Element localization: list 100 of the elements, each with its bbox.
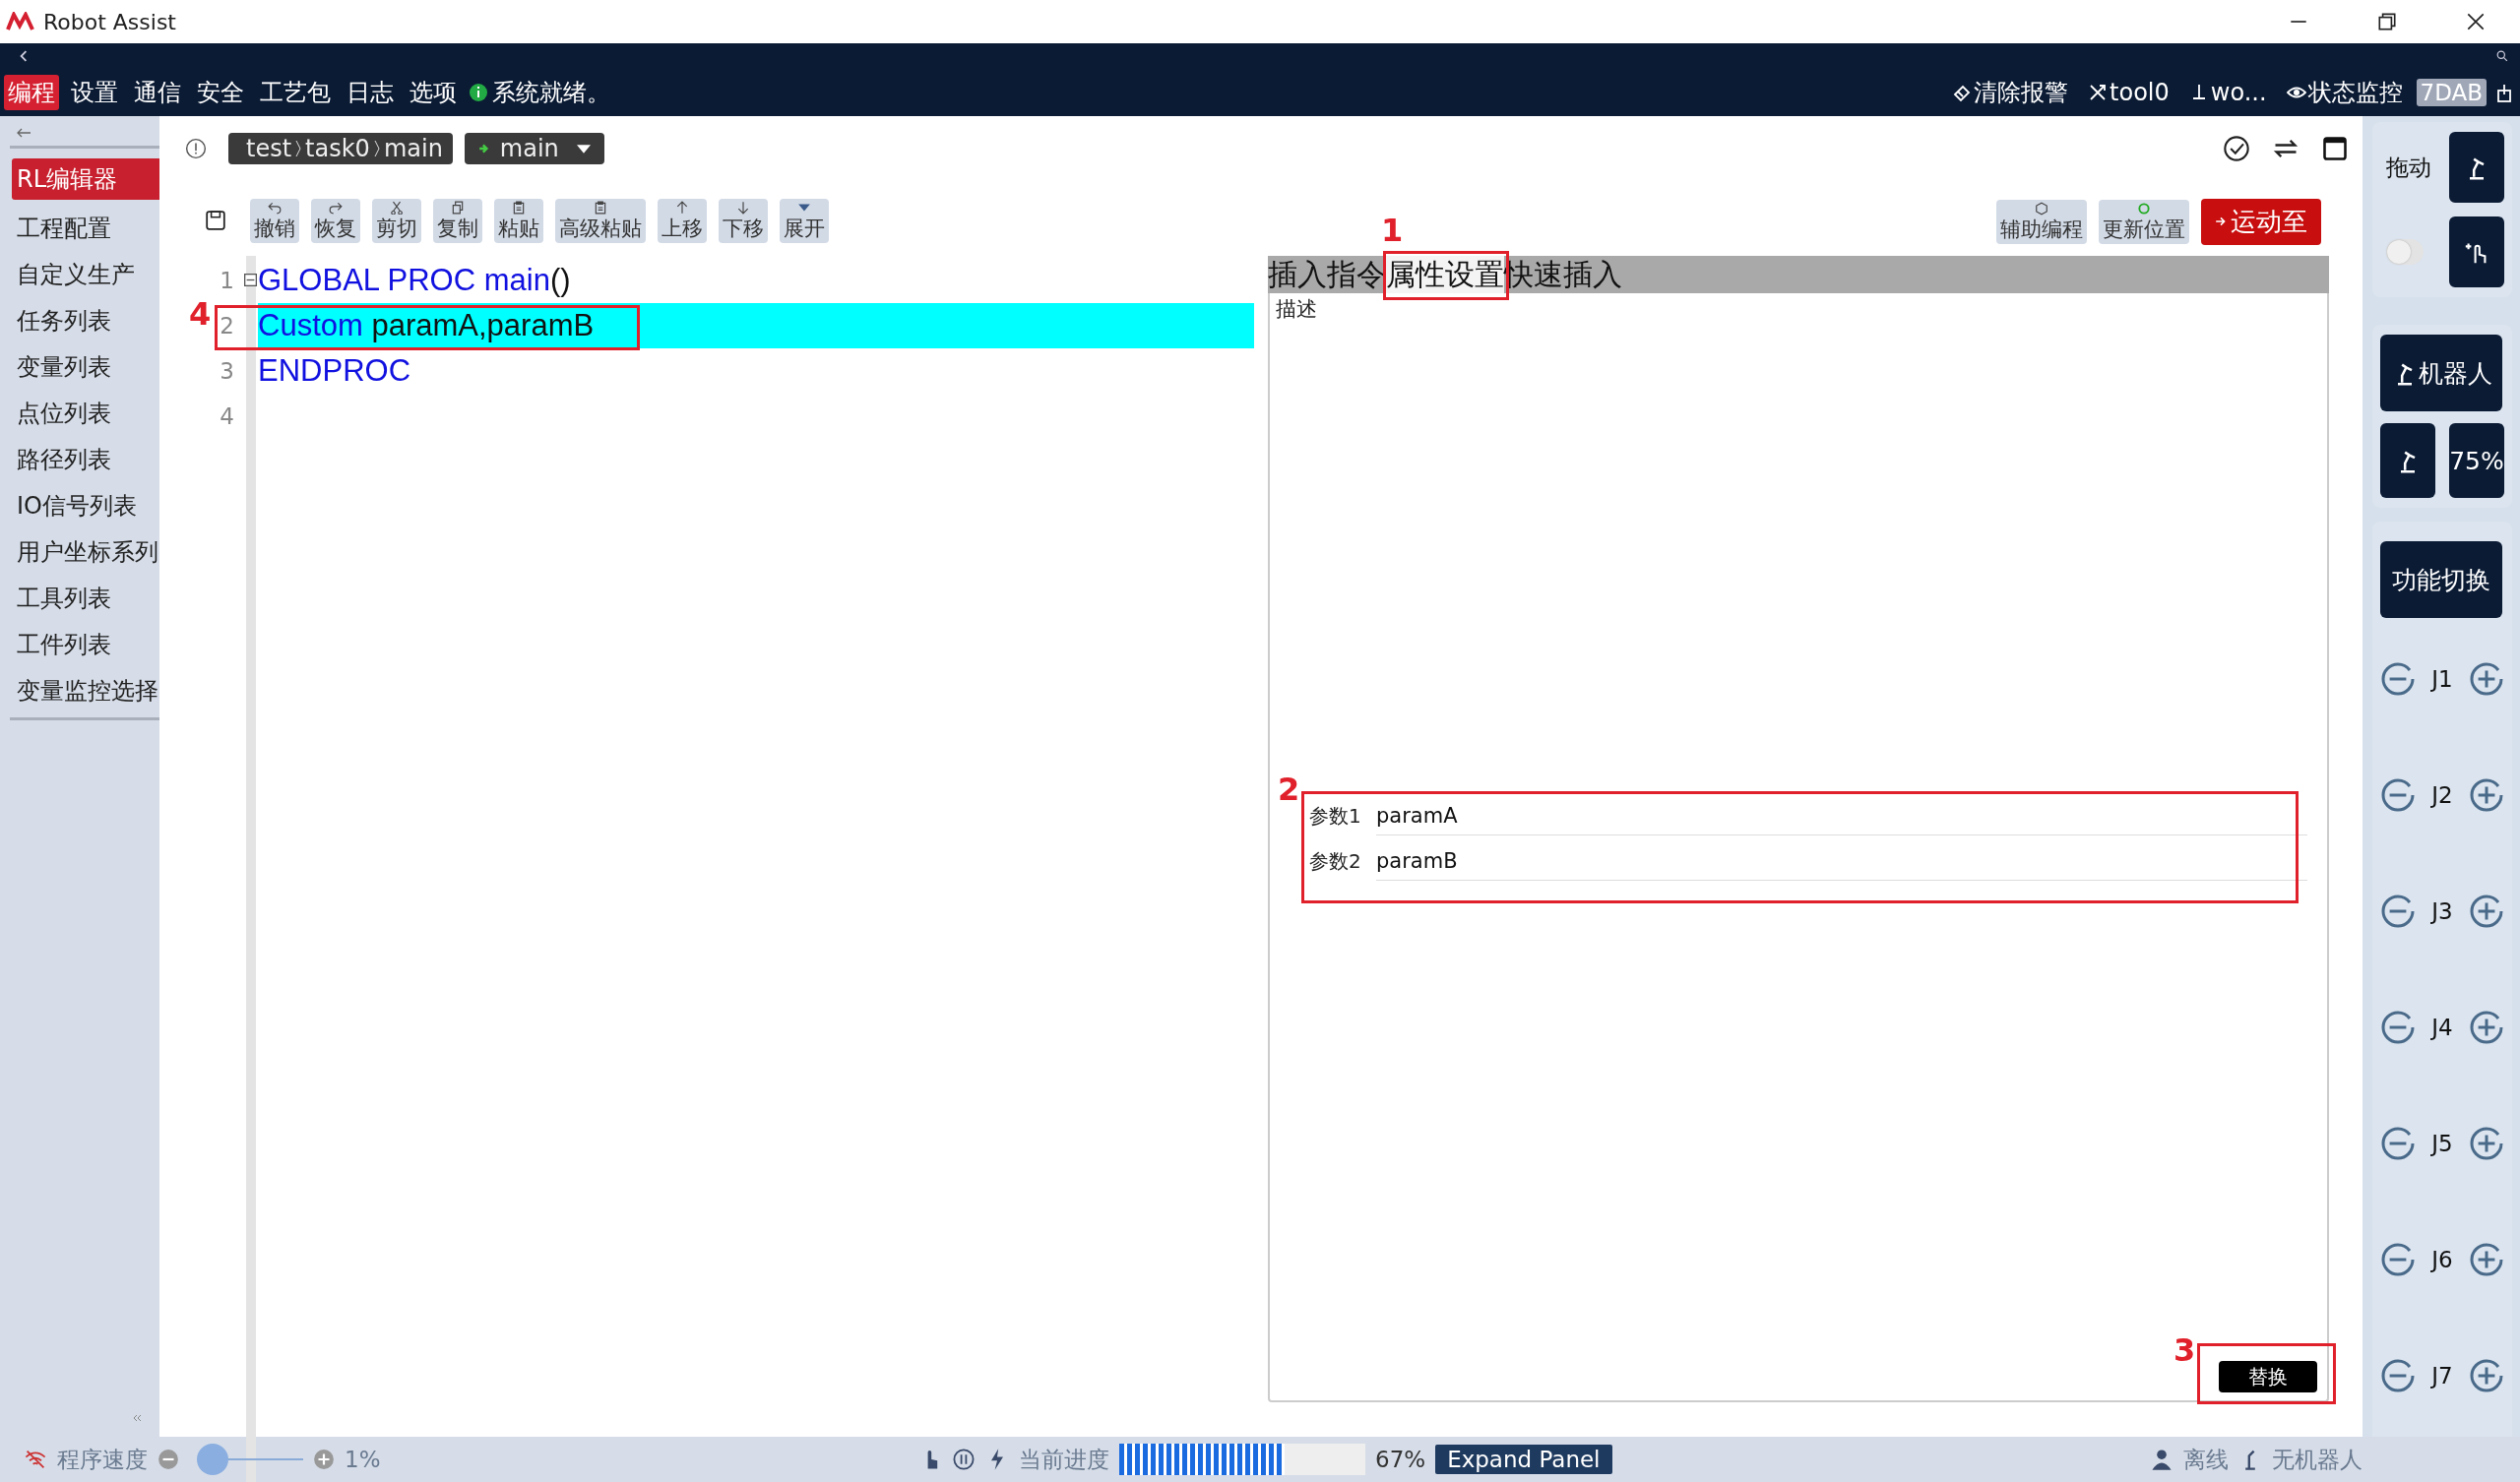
toolbar-button[interactable]: 下移 [719,198,768,243]
plus-icon[interactable] [2469,777,2504,813]
move-to-button[interactable]: 运动至 [2201,198,2321,245]
panel-tab[interactable]: 插入指令 [1268,256,1386,293]
robot-arm-button[interactable] [2380,423,2435,498]
routine-dropdown[interactable]: main [464,133,604,164]
menu-item[interactable]: 通信 [130,75,185,110]
sidebar-item[interactable]: 点位列表 [0,390,159,436]
minus-icon[interactable] [2380,1242,2416,1277]
annotation-number: 1 [1381,212,1404,249]
annotation-number: 4 [189,295,212,333]
line-number: 2 [220,313,234,339]
sidebar-item[interactable]: 用户坐标系列 [0,528,159,575]
line-number: 4 [220,403,234,429]
breadcrumb-item[interactable]: task0 [305,135,370,162]
drag-label: 拖动 [2386,153,2431,182]
plus-icon[interactable] [2469,1010,2504,1045]
pause-icon[interactable] [952,1448,976,1471]
toolbar-icon [268,200,282,215]
robot-arm-button[interactable] [2449,132,2504,203]
close-icon[interactable] [2465,11,2487,32]
collapse-icon[interactable] [132,1413,142,1423]
toolbar-button[interactable]: 撤销 [250,198,299,243]
breadcrumb-item[interactable]: main [383,135,443,162]
toolbar-icon [594,200,607,215]
sidebar-item[interactable]: 变量列表 [0,343,159,390]
arrow-icon [477,143,490,154]
fold-icon[interactable] [244,274,257,286]
info-icon [185,138,207,159]
code-line[interactable]: ENDPROC [258,348,1254,394]
check-icon[interactable] [2223,135,2250,162]
toolbar-button[interactable]: 更新位置 [2099,199,2189,244]
toggle-switch[interactable] [2386,239,2424,265]
save-icon[interactable] [205,210,226,231]
sidebar-item[interactable]: 工程配置 [0,205,159,251]
header-button[interactable]: tool0 [2082,79,2175,106]
header-button[interactable]: 清除报警 [1946,77,2075,108]
search-icon[interactable] [2496,50,2508,62]
menu-item[interactable]: 日志 [343,75,398,110]
plus-icon[interactable] [2469,1126,2504,1161]
minus-icon[interactable] [2380,1126,2416,1161]
window-icon[interactable] [2321,135,2349,162]
line-number: 1 [220,268,234,293]
sidebar-item[interactable]: 工件列表 [0,621,159,667]
joint-label: J5 [2431,1130,2453,1158]
sidebar-item[interactable]: 路径列表 [0,436,159,482]
back-icon[interactable] [18,50,30,62]
slider-thumb[interactable] [196,1444,228,1475]
toolbar-button[interactable]: 高级粘贴 [555,198,646,243]
sidebar-item[interactable]: 任务列表 [0,297,159,343]
info-icon [469,83,488,102]
param-label: 参数2 [1309,847,1362,875]
menu-item[interactable]: 安全 [193,75,248,110]
menu-item[interactable]: 选项 [406,75,461,110]
minus-icon[interactable] [2380,1358,2416,1393]
collapse-icon[interactable] [16,128,32,138]
robot-status: 无机器人 [2272,1445,2362,1474]
robot-button[interactable]: 机器人 [2380,335,2502,411]
breadcrumb-item[interactable]: test [246,135,292,162]
menu-item[interactable]: 设置 [67,75,122,110]
toolbar-button[interactable]: 剪切 [372,198,421,243]
no-signal-icon [24,1448,47,1471]
speed-button[interactable]: 75% [2449,423,2504,498]
export-icon[interactable] [2494,83,2514,102]
header-button[interactable]: wo... [2182,79,2273,106]
function-switch-button[interactable]: 功能切换 [2380,541,2502,618]
menu-item[interactable]: 编程 [4,75,59,110]
minus-icon[interactable] [2380,661,2416,697]
restore-icon[interactable] [2376,11,2398,32]
minus-icon[interactable] [2380,1010,2416,1045]
joint-label: J6 [2431,1246,2453,1274]
toolbar-button[interactable]: 粘贴 [494,198,543,243]
sidebar-item[interactable]: 变量监控选择 [0,667,159,713]
plus-icon[interactable] [2469,1358,2504,1393]
menu-item[interactable]: 工艺包 [256,75,335,110]
minus-icon[interactable] [2380,894,2416,929]
plus-icon[interactable] [2469,894,2504,929]
plus-icon[interactable] [2469,661,2504,697]
toolbar-button[interactable]: 上移 [658,198,707,243]
toolbar-button[interactable]: 辅助编程 [1996,199,2087,244]
sidebar-item[interactable]: IO信号列表 [0,482,159,528]
sidebar-item[interactable]: RL编辑器 [12,158,159,200]
replace-button[interactable]: 替换 [2219,1361,2317,1392]
plus-icon[interactable] [2469,1242,2504,1277]
plus-icon[interactable] [313,1449,335,1470]
expand-panel-button[interactable]: Expand Panel [1435,1445,1612,1474]
panel-tab[interactable]: 属性设置 [1386,256,1504,293]
caret-icon [576,144,591,154]
refresh-icon [2137,201,2151,216]
header-button[interactable]: 状态监控 [2280,77,2409,108]
minus-icon[interactable] [2380,777,2416,813]
minus-icon[interactable] [158,1449,179,1470]
annotation-number: 2 [1278,771,1300,808]
toolbar-button[interactable]: 展开 [780,198,829,243]
toolbar-button[interactable]: 恢复 [311,198,360,243]
sidebar-item[interactable]: 工具列表 [0,575,159,621]
toolbar-button[interactable]: 复制 [433,198,482,243]
sidebar-item[interactable]: 自定义生产 [0,251,159,297]
code-line[interactable]: GLOBAL PROC main() [258,258,1254,303]
hand-button[interactable] [2449,216,2504,287]
